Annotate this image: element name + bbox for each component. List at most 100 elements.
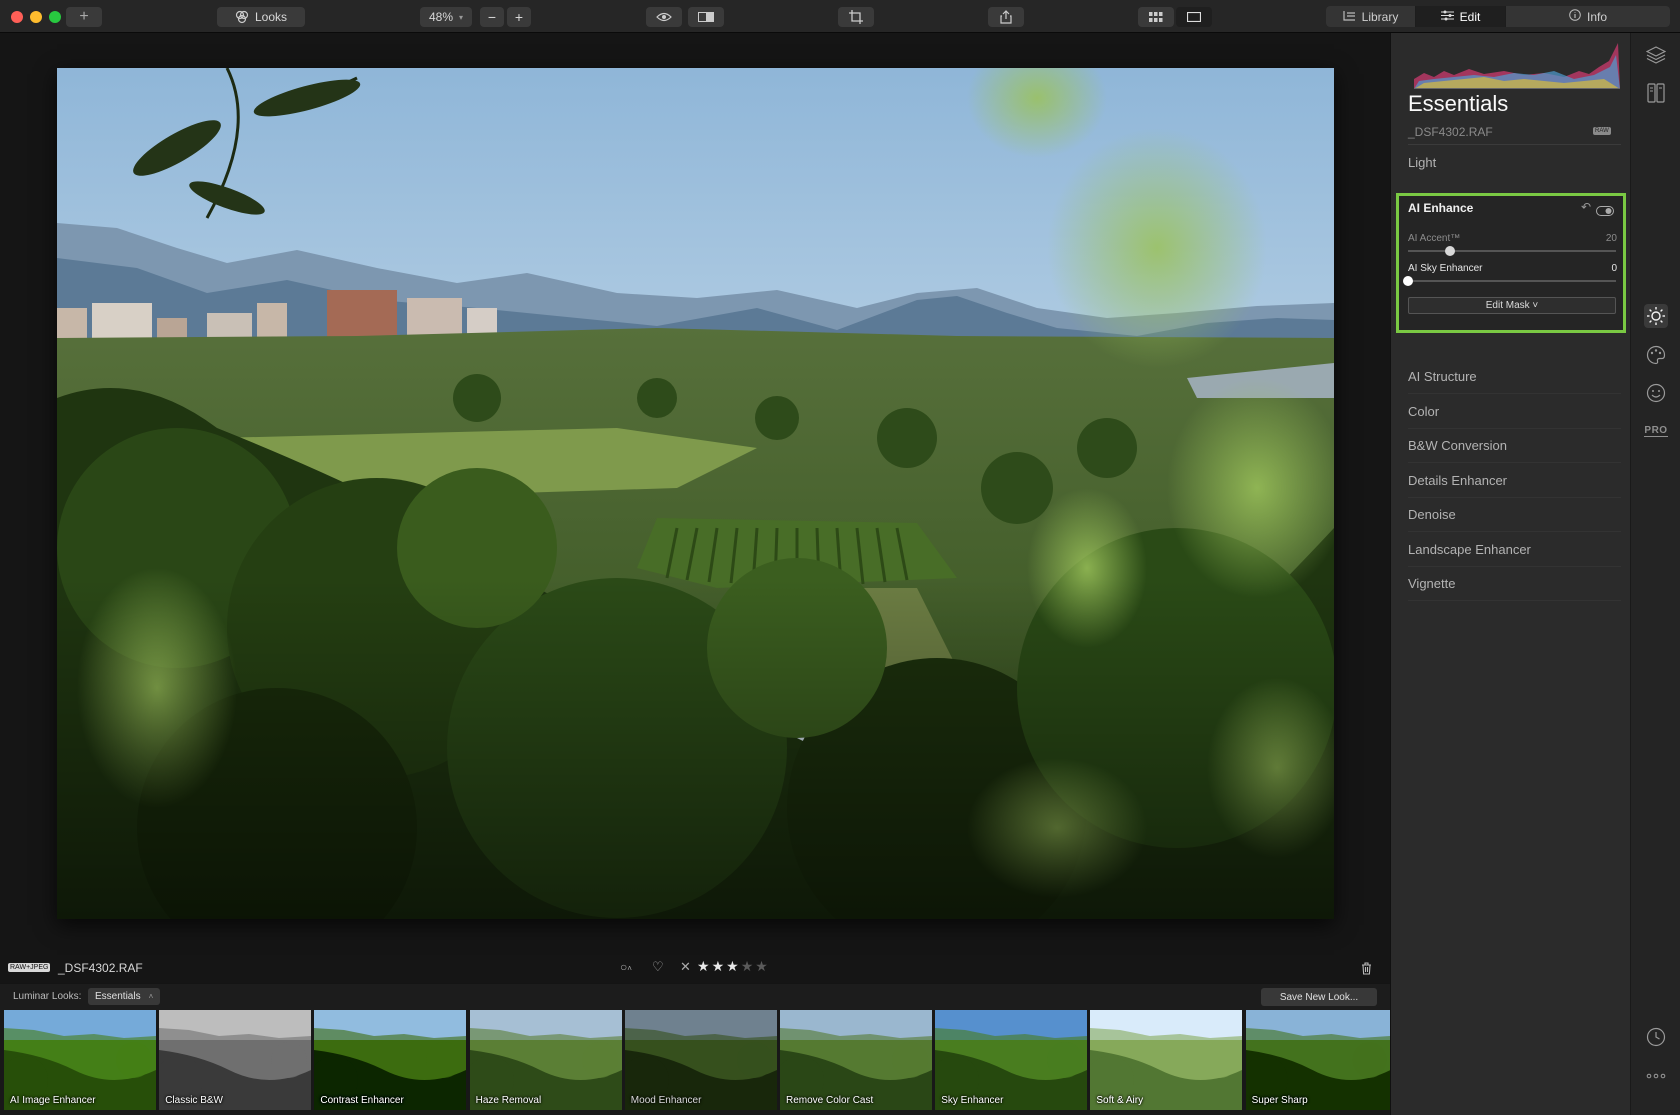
looks-bar: Luminar Looks: Essentials ˄ Save New Loo… [0,984,1390,1010]
compare-icon [698,12,714,22]
divider [1408,144,1621,145]
crop-icon [849,10,863,24]
eye-icon [656,12,672,22]
star-icon[interactable]: ★ [712,958,727,974]
pro-label: PRO [1644,425,1668,437]
star-icon[interactable]: ★ [755,958,770,974]
pro-tools-icon[interactable]: PRO [1644,419,1668,443]
preview-eye-button[interactable] [646,7,682,27]
canvas-tools-icon[interactable] [1644,81,1668,105]
luminar-window: + Looks 48% ▾ − + Library Edit Info RAW+… [0,0,1680,1115]
look-name: Contrast Enhancer [320,1095,404,1106]
ai-enhance-title[interactable]: AI Enhance [1408,201,1473,215]
smiley-portrait-icon[interactable] [1644,381,1668,405]
look-thumbnail[interactable]: Mood Enhancer [624,1010,777,1110]
reset-icon[interactable]: ↶ [1581,200,1591,214]
crop-button[interactable] [838,7,874,27]
save-new-look-button[interactable]: Save New Look... [1261,988,1377,1006]
ai-sky-enhancer-slider-track[interactable] [1408,280,1616,282]
ai-accent-slider-track[interactable] [1408,250,1616,252]
look-name: Sky Enhancer [941,1095,1004,1106]
tab-info[interactable]: Info [1506,6,1670,27]
star-rating[interactable]: ★★★★★ [697,958,770,975]
ai-sky-enhancer-slider-knob[interactable] [1403,276,1413,286]
history-clock-icon[interactable] [1644,1025,1668,1049]
tool-landscape-enhancer[interactable]: Landscape Enhancer [1408,533,1621,567]
ai-accent-value: 20 [1605,233,1617,244]
looks-button[interactable]: Looks [217,7,305,27]
palette-creative-icon[interactable] [1644,343,1668,367]
star-icon[interactable]: ★ [697,958,712,974]
ai-accent-slider-knob[interactable] [1444,246,1455,256]
color-label-icon[interactable]: ○˄ [620,960,632,974]
top-toolbar: + Looks 48% ▾ − + Library Edit Info [0,0,1680,33]
tool-label: Denoise [1408,507,1456,522]
reject-icon[interactable]: ✕ [680,959,691,975]
chevron-up-icon: ˄ [148,992,154,1001]
look-name: Remove Color Cast [786,1095,874,1106]
heart-icon[interactable]: ♡ [652,959,664,975]
trash-icon[interactable] [1361,962,1372,980]
layers-icon[interactable] [1644,43,1668,67]
grid-icon [1149,12,1163,22]
tool-label: Vignette [1408,576,1456,591]
edit-mask-button[interactable]: Edit Mask ˅ [1408,297,1616,314]
image-filename: _DSF4302.RAF [58,961,143,975]
zoom-dropdown[interactable]: 48% ▾ [420,7,472,27]
ai-sky-enhancer-value: 0 [1611,263,1617,274]
minimize-window-button[interactable] [30,11,42,23]
main-photo[interactable] [57,68,1334,919]
more-options-icon[interactable] [1644,1064,1668,1088]
tool-color[interactable]: Color [1408,395,1621,429]
light-section-label[interactable]: Light [1408,155,1436,170]
look-thumbnail[interactable]: Soft & Airy [1090,1010,1243,1110]
tool-denoise[interactable]: Denoise [1408,498,1621,532]
close-window-button[interactable] [11,11,23,23]
tool-ai-structure[interactable]: AI Structure [1408,360,1621,394]
look-name: Mood Enhancer [630,1095,702,1106]
zoom-value: 48% [428,10,453,24]
sliders-icon [1440,10,1454,24]
single-view-button[interactable] [1176,7,1212,27]
zoom-window-button[interactable] [49,11,61,23]
grid-view-button[interactable] [1138,7,1174,27]
looks-label: Looks [254,10,288,24]
look-thumbnail[interactable]: Super Sharp [1245,1010,1390,1110]
tab-library-label: Library [1361,9,1399,24]
luminar-looks-label: Luminar Looks: [13,991,82,1002]
look-thumbnail[interactable]: AI Image Enhancer [4,1010,156,1110]
tab-edit-label: Edit [1459,9,1481,24]
ai-accent-label: AI Accent™ [1408,233,1461,244]
sun-essentials-icon[interactable] [1644,304,1668,328]
image-canvas[interactable] [0,33,1390,980]
zoom-out-button[interactable]: − [480,7,504,27]
looks-category-dropdown[interactable]: Essentials ˄ [88,988,160,1005]
star-icon[interactable]: ★ [726,958,741,974]
tab-library[interactable]: Library [1326,6,1416,27]
look-thumbnail[interactable]: Contrast Enhancer [314,1010,467,1110]
panel-title: Essentials [1408,91,1509,116]
panel-filename: _DSF4302.RAF [1408,125,1493,139]
look-thumbnail[interactable]: Haze Removal [469,1010,622,1110]
add-images-button[interactable]: + [66,7,102,27]
histogram [1414,41,1620,89]
visibility-toggle-icon[interactable] [1596,203,1614,221]
share-button[interactable] [988,7,1024,27]
tool-label: B&W Conversion [1408,438,1507,453]
tool-b-w-conversion[interactable]: B&W Conversion [1408,429,1621,463]
look-thumbnail[interactable]: Classic B&W [159,1010,312,1110]
star-icon[interactable]: ★ [741,958,756,974]
tool-vignette[interactable]: Vignette [1408,567,1621,601]
compare-button[interactable] [688,7,724,27]
look-name: Super Sharp [1251,1095,1308,1106]
tool-label: Landscape Enhancer [1408,541,1531,557]
look-thumbnail[interactable]: Remove Color Cast [780,1010,932,1110]
look-name: Soft & Airy [1096,1095,1144,1106]
library-icon [1343,10,1356,24]
zoom-in-button[interactable]: + [507,7,531,27]
looks-category-value: Essentials [95,991,141,1002]
tool-details-enhancer[interactable]: Details Enhancer [1408,464,1621,498]
look-thumbnail[interactable]: Sky Enhancer [935,1010,1088,1110]
tab-edit[interactable]: Edit [1416,6,1506,27]
tool-label: AI Structure [1408,369,1477,384]
